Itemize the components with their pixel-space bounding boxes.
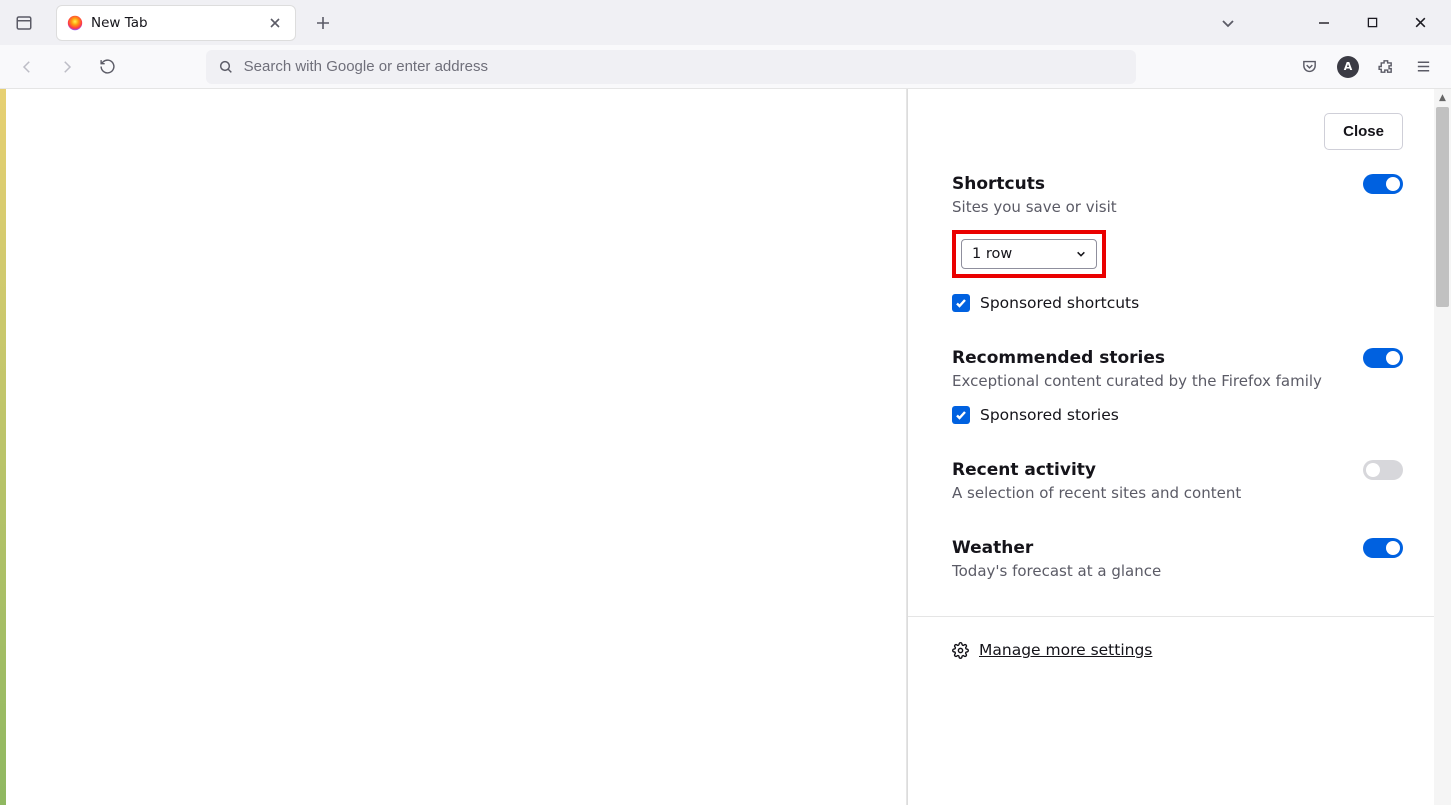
weather-caption: Today's forecast at a glance xyxy=(952,562,1161,580)
panel-scrollbar[interactable]: ▲ xyxy=(1434,89,1451,805)
app-menu-button[interactable] xyxy=(1407,50,1441,84)
close-icon xyxy=(269,17,281,29)
panel-divider xyxy=(908,616,1451,617)
weather-toggle[interactable] xyxy=(1363,538,1403,558)
arrow-left-icon xyxy=(18,58,36,76)
account-button[interactable]: A xyxy=(1331,50,1365,84)
content-area: Close Shortcuts Sites you save or visit … xyxy=(0,89,1451,805)
section-activity: Recent activity A selection of recent si… xyxy=(952,460,1403,502)
stories-title: Recommended stories xyxy=(952,348,1322,368)
arrow-right-icon xyxy=(58,58,76,76)
activity-toggle[interactable] xyxy=(1363,460,1403,480)
list-all-tabs-button[interactable] xyxy=(1213,8,1243,38)
hamburger-icon xyxy=(1415,58,1432,75)
save-to-pocket-button[interactable] xyxy=(1293,50,1327,84)
activity-title: Recent activity xyxy=(952,460,1241,480)
firefox-icon xyxy=(67,15,83,31)
window-minimize-button[interactable] xyxy=(1309,8,1339,38)
section-stories: Recommended stories Exceptional content … xyxy=(952,348,1403,424)
sponsored-shortcuts-row[interactable]: Sponsored shortcuts xyxy=(952,294,1403,312)
puzzle-icon xyxy=(1377,58,1394,75)
sponsored-stories-checkbox[interactable] xyxy=(952,406,970,424)
section-weather: Weather Today's forecast at a glance xyxy=(952,538,1403,580)
tab-close-button[interactable] xyxy=(265,13,285,33)
gear-icon xyxy=(952,642,969,659)
tab-bar: New Tab xyxy=(0,0,1451,45)
maximize-icon xyxy=(1367,17,1378,28)
chevron-down-icon xyxy=(1076,249,1086,259)
check-icon xyxy=(955,297,967,309)
shortcuts-caption: Sites you save or visit xyxy=(952,198,1117,216)
sponsored-stories-row[interactable]: Sponsored stories xyxy=(952,406,1403,424)
reload-button[interactable] xyxy=(90,50,124,84)
scroll-up-arrow-icon[interactable]: ▲ xyxy=(1434,89,1451,106)
sidebar-icon xyxy=(15,14,33,32)
shortcuts-rows-select[interactable]: 1 row xyxy=(961,239,1097,269)
check-icon xyxy=(955,409,967,421)
extensions-button[interactable] xyxy=(1369,50,1403,84)
sponsored-shortcuts-label: Sponsored shortcuts xyxy=(980,294,1139,312)
shortcuts-rows-value: 1 row xyxy=(972,246,1012,262)
manage-settings-row[interactable]: Manage more settings xyxy=(952,641,1403,659)
shortcuts-rows-highlight: 1 row xyxy=(952,230,1106,278)
tab-title: New Tab xyxy=(91,15,257,31)
close-icon xyxy=(1414,16,1427,29)
stories-caption: Exceptional content curated by the Firef… xyxy=(952,372,1322,390)
stories-toggle[interactable] xyxy=(1363,348,1403,368)
sponsored-stories-label: Sponsored stories xyxy=(980,406,1119,424)
minimize-icon xyxy=(1318,17,1330,29)
shortcuts-toggle[interactable] xyxy=(1363,174,1403,194)
new-tab-button[interactable] xyxy=(308,8,338,38)
sponsored-shortcuts-checkbox[interactable] xyxy=(952,294,970,312)
manage-settings-link[interactable]: Manage more settings xyxy=(979,641,1152,659)
customize-panel: Close Shortcuts Sites you save or visit … xyxy=(907,89,1451,805)
main-page xyxy=(6,89,907,805)
shortcuts-title: Shortcuts xyxy=(952,174,1117,194)
back-button[interactable] xyxy=(10,50,44,84)
url-input[interactable] xyxy=(244,58,1124,75)
recent-browsing-button[interactable] xyxy=(8,7,40,39)
weather-title: Weather xyxy=(952,538,1161,558)
reload-icon xyxy=(99,58,116,75)
window-controls xyxy=(1309,8,1435,38)
scroll-thumb[interactable] xyxy=(1436,107,1449,307)
activity-caption: A selection of recent sites and content xyxy=(952,484,1241,502)
window-close-button[interactable] xyxy=(1405,8,1435,38)
pocket-icon xyxy=(1301,58,1318,75)
panel-close-button[interactable]: Close xyxy=(1324,113,1403,150)
window-maximize-button[interactable] xyxy=(1357,8,1387,38)
nav-toolbar: A xyxy=(0,45,1451,89)
section-shortcuts: Shortcuts Sites you save or visit 1 row … xyxy=(952,174,1403,312)
chevron-down-icon xyxy=(1221,16,1235,30)
account-initial: A xyxy=(1344,60,1353,73)
search-icon xyxy=(218,59,234,75)
browser-tab[interactable]: New Tab xyxy=(56,5,296,41)
account-avatar-icon: A xyxy=(1337,56,1359,78)
plus-icon xyxy=(316,16,330,30)
forward-button[interactable] xyxy=(50,50,84,84)
url-bar[interactable] xyxy=(206,50,1136,84)
